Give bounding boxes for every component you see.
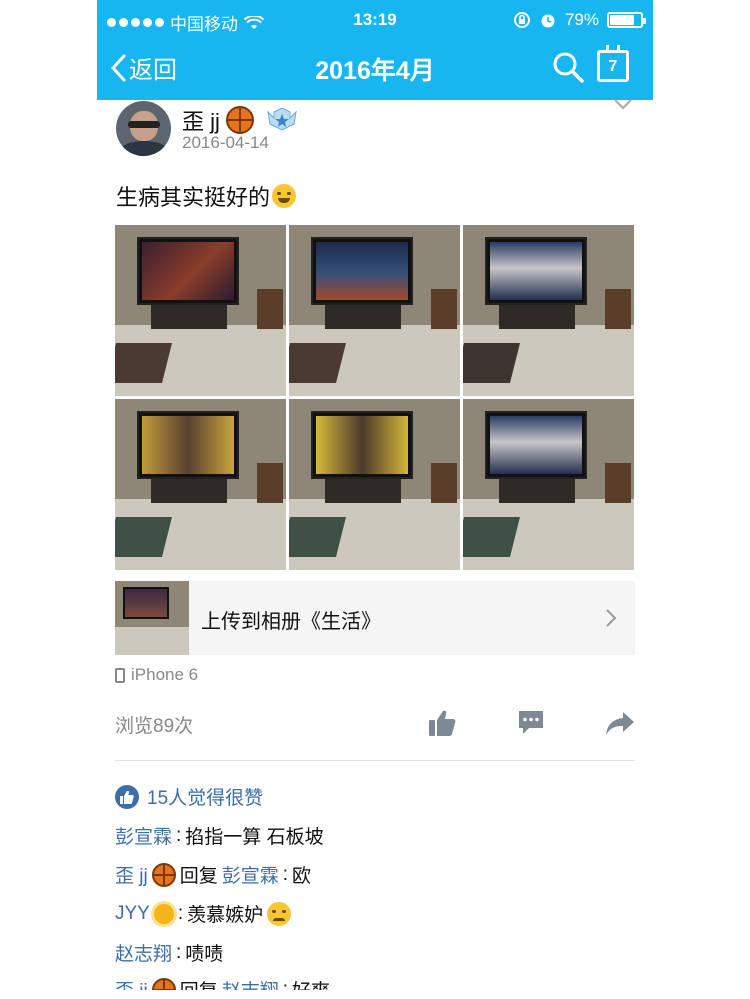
commenter-name[interactable]: 赵志翔 xyxy=(115,939,172,966)
laughing-emoji-icon xyxy=(272,184,297,208)
post-text: 生病其实挺好的 xyxy=(116,185,271,210)
comment-text: 掐指一算 石板坡 xyxy=(185,827,324,848)
comment-item[interactable]: 彭宣霖: 掐指一算 石板坡 xyxy=(115,822,324,849)
author-name[interactable]: 歪 jj xyxy=(182,104,220,136)
photo-6[interactable] xyxy=(463,399,634,570)
album-thumbnail xyxy=(115,581,189,655)
post-date: 2016-04-14 xyxy=(182,133,269,152)
comment-text: 啧啧 xyxy=(185,944,224,965)
basketball-icon xyxy=(151,862,176,887)
likes-summary[interactable]: 15人觉得很赞 xyxy=(115,783,263,810)
reply-label: 回复 xyxy=(179,866,218,887)
vip-badge-icon xyxy=(267,108,297,131)
bottom-edge xyxy=(97,990,653,999)
avatar-glasses xyxy=(128,121,160,128)
device-label: iPhone 6 xyxy=(131,665,199,684)
photo-1[interactable] xyxy=(115,225,286,396)
phone-screen: 中国移动 13:19 79% 返回 2016年4月 7 歪 jj 2016-04… xyxy=(97,0,653,999)
divider xyxy=(115,760,635,761)
comment-text: 羡慕嫉妒 xyxy=(187,905,264,926)
comment-text: 欧 xyxy=(292,866,312,887)
search-icon[interactable] xyxy=(551,50,585,84)
comment-separator: : xyxy=(177,902,184,924)
like-badge-icon xyxy=(115,784,139,809)
commenter-name[interactable]: 歪 jj xyxy=(115,861,148,888)
top-bar: 中国移动 13:19 79% 返回 2016年4月 7 xyxy=(97,0,653,100)
chevron-down-icon[interactable] xyxy=(613,98,633,110)
album-link[interactable]: 上传到相册《生活》 xyxy=(115,581,635,655)
comment-item[interactable]: 赵志翔: 啧啧 xyxy=(115,939,223,966)
photo-2[interactable] xyxy=(289,225,460,396)
photo-grid xyxy=(115,225,635,571)
comment-separator: : xyxy=(282,863,289,885)
chevron-right-icon xyxy=(606,609,617,627)
battery-percent: 79% xyxy=(564,10,599,29)
commenter-name[interactable]: 彭宣霖 xyxy=(115,822,172,849)
device-info: iPhone 6 xyxy=(115,665,198,685)
comment-separator: : xyxy=(176,941,182,963)
calendar-day: 7 xyxy=(608,58,618,75)
rotation-lock-icon xyxy=(513,12,530,28)
avatar[interactable] xyxy=(116,101,171,156)
comment-item[interactable]: 歪 jj 回复 彭宣霖: 欧 xyxy=(115,861,311,888)
photo-4[interactable] xyxy=(115,399,286,570)
comment-separator: : xyxy=(176,824,182,846)
battery-fill xyxy=(610,15,634,25)
calendar-icon[interactable]: 7 xyxy=(597,45,629,82)
author-name-row: 歪 jj xyxy=(182,104,298,136)
alarm-icon xyxy=(541,14,555,28)
album-label: 上传到相册《生活》 xyxy=(201,611,381,633)
status-bar: 中国移动 13:19 79% xyxy=(97,6,653,34)
avatar-shirt xyxy=(120,141,168,156)
view-count: 浏览89次 xyxy=(115,716,194,737)
sad-emoji-icon xyxy=(267,901,292,926)
status-right: 79% xyxy=(513,10,646,30)
battery-icon xyxy=(607,12,646,28)
sun-icon xyxy=(153,903,174,924)
navigation-bar: 返回 2016年4月 7 xyxy=(97,40,653,96)
reply-target-name[interactable]: 彭宣霖 xyxy=(222,861,279,888)
photo-3[interactable] xyxy=(463,225,634,396)
comment-icon[interactable] xyxy=(517,708,545,736)
photo-5[interactable] xyxy=(289,399,460,570)
basketball-icon xyxy=(225,106,254,134)
thumbs-up-icon[interactable] xyxy=(427,708,457,738)
comment-item[interactable]: JYY : 羡慕嫉妒 xyxy=(115,900,292,927)
likes-text: 15人觉得很赞 xyxy=(147,788,264,809)
post-text-row: 生病其实挺好的 xyxy=(116,180,297,212)
phone-icon xyxy=(115,667,125,683)
share-icon[interactable] xyxy=(605,708,635,738)
commenter-name[interactable]: JYY xyxy=(115,903,150,925)
